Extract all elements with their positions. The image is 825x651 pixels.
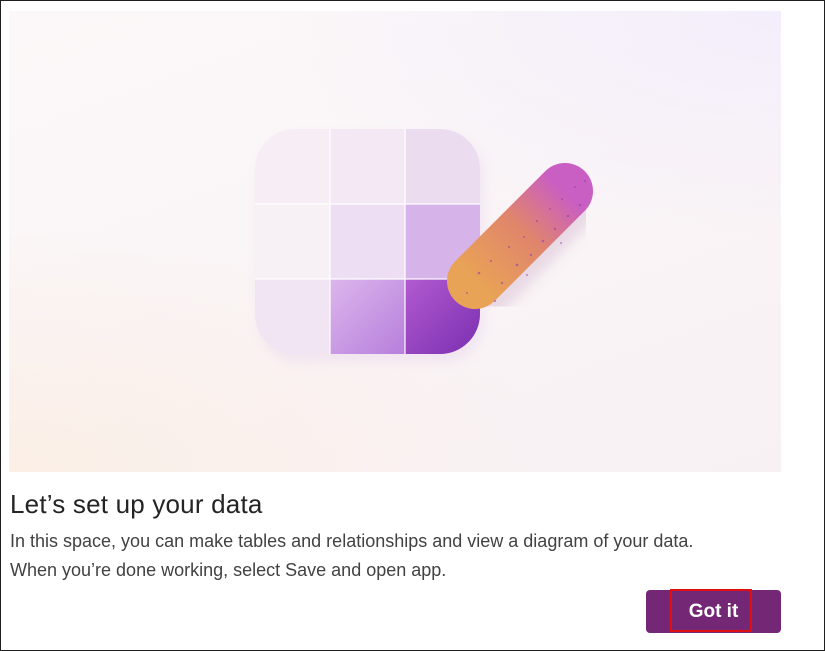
table-grid-icon bbox=[255, 129, 484, 362]
hero-illustration bbox=[9, 11, 781, 472]
dialog-title: Let’s set up your data bbox=[10, 489, 263, 519]
hero-illustration-art bbox=[255, 129, 598, 362]
description-line-2: When you’re done working, select Save an… bbox=[10, 560, 447, 580]
got-it-button[interactable]: Got it bbox=[646, 590, 781, 633]
welcome-dialog: Let’s set up your data In this space, yo… bbox=[0, 0, 825, 651]
pencil-icon bbox=[447, 163, 598, 318]
description-line-1: In this space, you can make tables and r… bbox=[10, 531, 694, 551]
dialog-description: In this space, you can make tables and r… bbox=[10, 527, 790, 585]
